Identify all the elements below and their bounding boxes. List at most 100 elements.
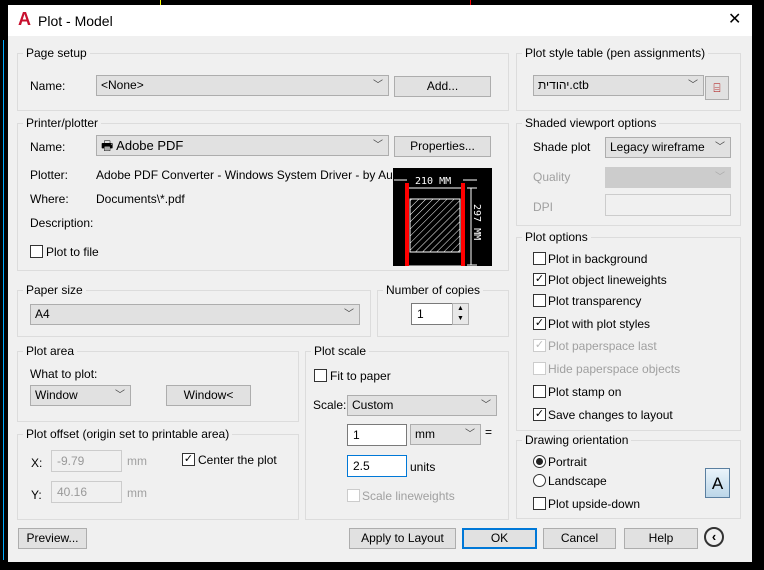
- dpi-input[interactable]: [605, 194, 731, 216]
- offset-y-label: Y:: [31, 488, 42, 502]
- portrait-label: Portrait: [548, 455, 587, 469]
- edit-plot-style-button[interactable]: ⌸: [705, 76, 729, 100]
- plot-option-label: Hide paperspace objects: [548, 362, 681, 376]
- plot-option-checkbox[interactable]: [533, 294, 546, 307]
- chevron-down-icon: ﹀: [115, 390, 125, 401]
- scale-label: Scale:: [313, 398, 347, 412]
- plot-upside-down-checkbox[interactable]: [533, 497, 546, 510]
- plot-style-select[interactable]: יהודית.ctb ﹀: [533, 75, 704, 96]
- equals-sign: =: [485, 425, 493, 439]
- drawing-background-line: [3, 40, 4, 560]
- offset-x-unit: mm: [127, 454, 147, 468]
- paper-preview-drawing: 210 MM 297 MM: [394, 176, 482, 267]
- group-title: Plot scale: [311, 344, 370, 358]
- plot-option-label: Plot stamp on: [548, 385, 622, 399]
- group-title: Plot offset (origin set to printable are…: [23, 427, 233, 441]
- units-label: units: [410, 460, 436, 474]
- scale-select[interactable]: Custom ﹀: [347, 395, 497, 416]
- chevron-down-icon: ﹀: [481, 400, 491, 411]
- selected-value: A4: [35, 307, 50, 321]
- shade-plot-select[interactable]: Legacy wireframe ﹀: [605, 137, 731, 158]
- ok-button[interactable]: OK: [462, 528, 537, 549]
- collapse-options-button[interactable]: ‹: [704, 527, 724, 547]
- plot-option-checkbox[interactable]: ✓: [533, 408, 546, 421]
- page-setup-name-select[interactable]: <None> ﹀: [96, 75, 389, 96]
- close-button[interactable]: ✕: [728, 11, 741, 29]
- copies-spinner[interactable]: ▲ ▼: [452, 303, 469, 325]
- window-pick-button[interactable]: Window<: [166, 385, 251, 406]
- scale-lineweights-label: Scale lineweights: [362, 489, 455, 503]
- plot-option-checkbox[interactable]: ✓: [533, 317, 546, 330]
- plot-option-checkbox[interactable]: ✓: [533, 273, 546, 286]
- plot-option-checkbox[interactable]: [533, 385, 546, 398]
- dpi-label: DPI: [533, 200, 554, 214]
- offset-x-input[interactable]: -9.79: [51, 450, 122, 472]
- what-to-plot-label: What to plot:: [30, 367, 98, 381]
- plot-option-label: Plot in background: [548, 252, 648, 266]
- group-title: Shaded viewport options: [522, 116, 660, 130]
- spin-up-icon[interactable]: ▲: [453, 304, 468, 314]
- where-value: Documents\*.pdf: [96, 192, 185, 206]
- plot-option-checkbox[interactable]: [533, 362, 546, 375]
- plot-option-checkbox[interactable]: [533, 252, 546, 265]
- scale-lineweights-checkbox[interactable]: [347, 489, 360, 502]
- group-title: Number of copies: [383, 283, 484, 297]
- quality-select[interactable]: ﹀: [605, 167, 731, 188]
- cancel-button[interactable]: Cancel: [543, 528, 616, 549]
- apply-to-layout-button[interactable]: Apply to Layout: [349, 528, 456, 549]
- paper-size-select[interactable]: A4 ﹀: [30, 304, 360, 325]
- plot-to-file-checkbox[interactable]: [30, 245, 43, 258]
- selected-value: <None>: [101, 78, 144, 92]
- fit-to-paper-label: Fit to paper: [330, 369, 391, 383]
- help-button[interactable]: Help: [624, 528, 698, 549]
- plot-offset-group: Plot offset (origin set to printable are…: [17, 427, 299, 520]
- chevron-down-icon: ﹀: [715, 142, 725, 153]
- title-bar: A Plot - Model ✕: [8, 5, 752, 36]
- group-title: Plot options: [522, 230, 591, 244]
- group-title: Drawing orientation: [522, 433, 632, 447]
- offset-x-label: X:: [31, 456, 43, 470]
- selected-value: יהודית.ctb: [538, 78, 589, 92]
- selected-value: Legacy wireframe: [610, 140, 705, 154]
- printer-name-label: Name:: [30, 140, 66, 154]
- quality-label: Quality: [533, 170, 571, 184]
- chevron-down-icon: ﹀: [715, 172, 725, 183]
- spin-down-icon[interactable]: ▼: [453, 314, 468, 324]
- copies-input[interactable]: 1: [411, 303, 453, 325]
- portrait-radio[interactable]: [533, 455, 546, 468]
- offset-y-input[interactable]: 40.16: [51, 481, 122, 503]
- selected-value: Window: [35, 388, 78, 402]
- chevron-left-icon: ‹: [711, 529, 717, 544]
- group-title: Page setup: [23, 46, 90, 60]
- plot-option-label: Save changes to layout: [548, 408, 673, 422]
- add-button[interactable]: Add...: [394, 76, 491, 97]
- scale-drawing-units-input[interactable]: 2.5: [347, 455, 407, 477]
- chevron-down-icon: ﹀: [373, 80, 383, 91]
- autocad-logo-icon: A: [18, 9, 31, 29]
- plot-option-label: Plot paperspace last: [548, 339, 657, 353]
- selected-value: Custom: [352, 398, 394, 412]
- printer-name-select[interactable]: 🖶 Adobe PDF ﹀: [96, 135, 389, 156]
- where-label: Where:: [30, 192, 69, 206]
- plot-option-label: Plot with plot styles: [548, 317, 651, 331]
- what-to-plot-select[interactable]: Window ﹀: [30, 385, 131, 406]
- chevron-down-icon: ﹀: [344, 309, 354, 320]
- center-plot-checkbox[interactable]: ✓: [182, 453, 195, 466]
- group-title: Paper size: [23, 283, 86, 297]
- plot-style-editor-icon: ⌸: [713, 81, 721, 95]
- landscape-radio[interactable]: [533, 474, 546, 487]
- plot-option-label: Plot transparency: [548, 294, 642, 308]
- preview-height-label: 297 MM: [471, 204, 482, 240]
- plot-option-checkbox[interactable]: ✓: [533, 339, 546, 352]
- chevron-down-icon: ﹀: [373, 140, 383, 151]
- chevron-down-icon: ﹀: [688, 80, 698, 91]
- chevron-down-icon: ﹀: [465, 429, 475, 440]
- fit-to-paper-checkbox[interactable]: [314, 369, 327, 382]
- properties-button[interactable]: Properties...: [394, 136, 491, 157]
- offset-y-unit: mm: [127, 486, 147, 500]
- scale-paper-units-input[interactable]: 1: [347, 424, 407, 446]
- preview-button[interactable]: Preview...: [18, 528, 87, 549]
- scale-unit-select[interactable]: mm ﹀: [410, 424, 481, 445]
- plotter-value: Adobe PDF Converter - Windows System Dri…: [96, 168, 403, 182]
- selected-value: Adobe PDF: [116, 138, 184, 153]
